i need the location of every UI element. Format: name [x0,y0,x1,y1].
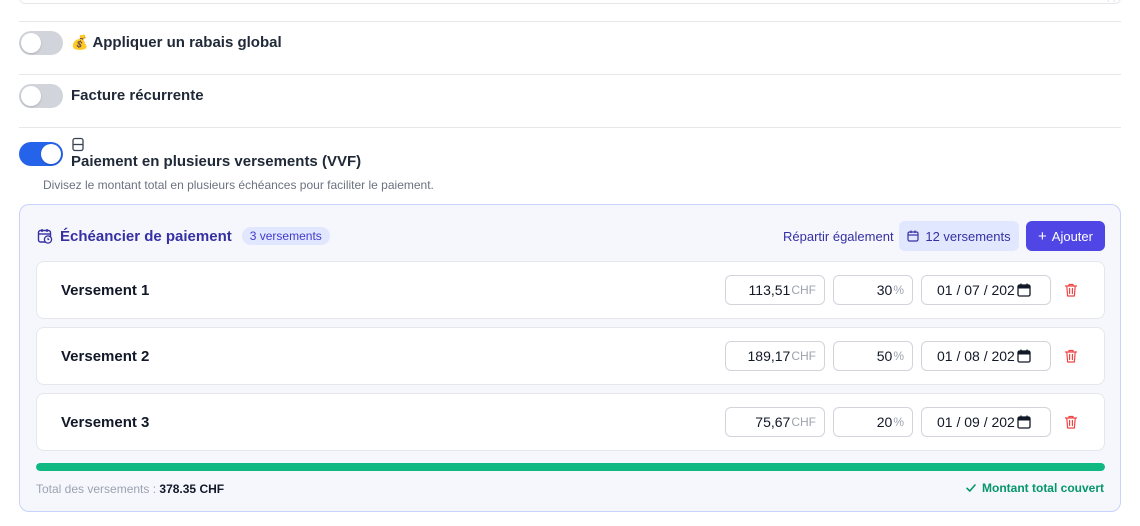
global-discount-label: 💰 Appliquer un rabais global [71,34,282,51]
currency-unit: CHF [791,349,816,363]
percent-input[interactable]: 30 % [833,275,913,305]
currency-unit: CHF [791,415,816,429]
divider [19,21,1121,22]
date-input[interactable]: 01 / 07 / 202 [921,275,1051,305]
date-input[interactable]: 01 / 08 / 202 [921,341,1051,371]
percent-unit: % [893,415,904,429]
resize-grip-icon[interactable]: ⋰⋰ [1107,0,1120,3]
coverage-progress-bar [36,463,1105,471]
toggle-knob [21,33,41,53]
date-input[interactable]: 01 / 09 / 202 [921,407,1051,437]
toggle-knob [41,144,61,164]
total-value: 378.35 CHF [159,482,225,496]
installments-hint: Divisez le montant total en plusieurs éc… [43,178,434,192]
calendar-icon [907,230,919,242]
split-rectangle-icon [72,137,84,152]
installment-row: Versement 3 75,67 CHF 20 % 01 / 09 / 202 [36,393,1105,451]
global-discount-toggle[interactable] [19,31,63,55]
recurring-invoice-toggle[interactable] [19,84,63,108]
percent-unit: % [893,349,904,363]
percent-unit: % [893,283,904,297]
installment-name: Versement 3 [61,414,150,431]
amount-input[interactable]: 113,51 CHF [725,275,825,305]
add-installment-button[interactable]: + Ajouter [1026,221,1105,251]
installment-name: Versement 1 [61,282,150,299]
installment-row: Versement 2 189,17 CHF 50 % 01 / 08 / 20… [36,327,1105,385]
money-bag-icon: 💰 [71,34,89,50]
check-icon [966,484,976,492]
payment-schedule-panel: Échéancier de paiement 3 versements Répa… [19,204,1121,512]
currency-unit: CHF [791,283,816,297]
divider [19,127,1121,128]
calendar-icon[interactable] [1017,349,1031,363]
amount-input[interactable]: 189,17 CHF [725,341,825,371]
amount-input[interactable]: 75,67 CHF [725,407,825,437]
toggle-knob [21,86,41,106]
schedule-header: Échéancier de paiement 3 versements [37,227,330,245]
trash-icon[interactable] [1063,282,1079,298]
installment-count-badge: 3 versements [241,227,330,245]
calendar-icon[interactable] [1017,283,1031,297]
percent-input[interactable]: 50 % [833,341,913,371]
installments-label: Paiement en plusieurs versements (VVF) [71,153,362,170]
installments-total: Total des versements : 378.35 CHF [36,482,225,496]
split-equally-link[interactable]: Répartir également [783,229,894,244]
recurring-invoice-label: Facture récurrente [71,87,204,104]
installments-preset-button[interactable]: 12 versements [899,221,1019,251]
coverage-progress-fill [36,463,1105,471]
previous-field-bottom: ⋰⋰ [19,0,1121,4]
installment-name: Versement 2 [61,348,150,365]
trash-icon[interactable] [1063,348,1079,364]
divider [19,74,1121,75]
schedule-title: Échéancier de paiement [60,227,232,245]
percent-input[interactable]: 20 % [833,407,913,437]
installment-row: Versement 1 113,51 CHF 30 % 01 / 07 / 20… [36,261,1105,319]
trash-icon[interactable] [1063,414,1079,430]
installments-toggle[interactable] [19,142,63,166]
calendar-icon[interactable] [1017,415,1031,429]
calendar-clock-icon [37,229,53,244]
coverage-status: Montant total couvert [965,481,1104,495]
plus-icon: + [1038,227,1047,245]
